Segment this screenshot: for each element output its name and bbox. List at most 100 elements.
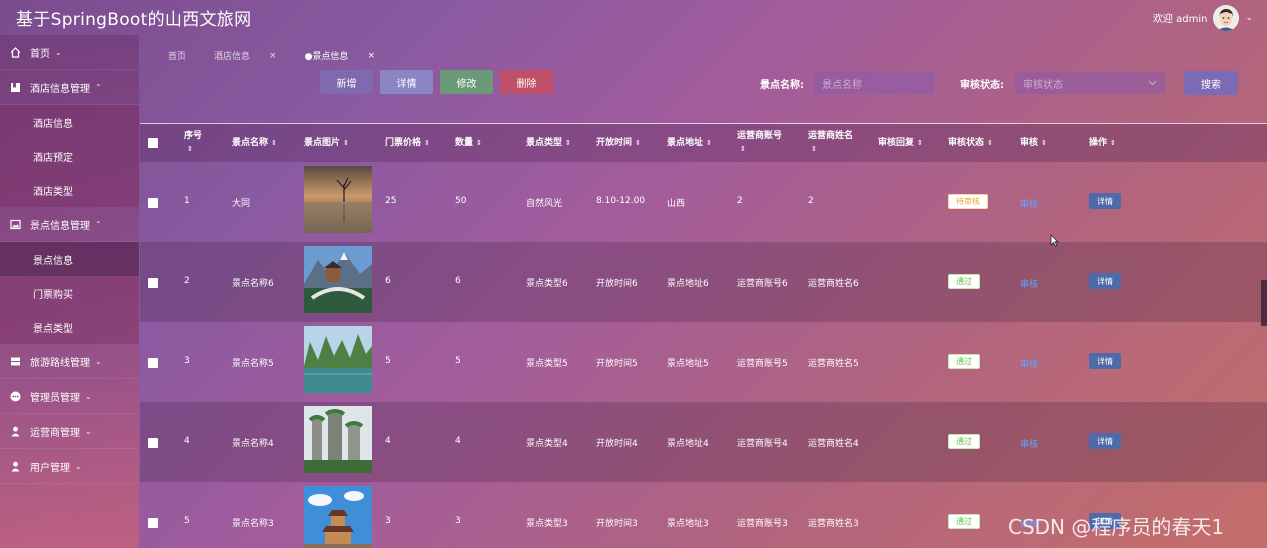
sort-icon[interactable]: ⇕ bbox=[987, 139, 993, 147]
table-row[interactable]: 4 景点名称4 4 4 景点类型4 开放时间4 景点地址4 运营商账号4 运营商… bbox=[140, 402, 1267, 482]
sidebar-item-hotel-info[interactable]: 酒店信息 bbox=[0, 105, 139, 139]
sidebar-item-label: 管理员管理 bbox=[30, 392, 80, 404]
tab-hotel-info[interactable]: 酒店信息 × bbox=[214, 49, 291, 63]
col-header-operator-account[interactable]: 运营商账号 ⇕ bbox=[737, 130, 782, 156]
row-checkbox[interactable] bbox=[148, 198, 158, 208]
row-checkbox[interactable] bbox=[148, 438, 158, 448]
detail-button[interactable]: 详情 bbox=[380, 70, 433, 94]
col-header-operator-name[interactable]: 运营商姓名 ⇕ bbox=[808, 130, 853, 156]
scenic-image bbox=[304, 326, 372, 393]
col-header-label: 运营商姓名 bbox=[808, 131, 854, 141]
sort-icon[interactable]: ⇕ bbox=[706, 139, 712, 147]
row-detail-button[interactable]: 详情 bbox=[1089, 273, 1121, 289]
col-header-qty[interactable]: 数量 ⇕ bbox=[455, 137, 482, 150]
sidebar-item-label: 旅游路线管理 bbox=[30, 357, 90, 369]
cell-operator-name: 运营商姓名3 bbox=[808, 519, 859, 529]
cell-no: 5 bbox=[184, 516, 190, 526]
sort-icon[interactable]: ⇕ bbox=[635, 139, 641, 147]
chevron-down-icon: ⌄ bbox=[75, 461, 82, 471]
sort-icon[interactable]: ⇕ bbox=[271, 139, 277, 147]
sidebar-item-hotel-management[interactable]: 酒店信息管理 ⌃ bbox=[0, 70, 139, 105]
sort-icon[interactable]: ⇕ bbox=[476, 139, 482, 147]
avatar[interactable] bbox=[1213, 4, 1240, 31]
tab-home[interactable]: 首页 bbox=[168, 49, 200, 62]
sidebar-item-home[interactable]: 首页 ⌄ bbox=[0, 35, 139, 70]
col-header-name[interactable]: 景点名称 ⇕ bbox=[232, 137, 277, 150]
scenic-image bbox=[304, 246, 372, 313]
row-detail-button[interactable]: 详情 bbox=[1089, 433, 1121, 449]
cell-type: 景点类型6 bbox=[526, 279, 568, 289]
audit-link[interactable]: 审核 bbox=[1020, 197, 1038, 210]
col-header-audit-status[interactable]: 审核状态 ⇕ bbox=[948, 137, 993, 150]
close-icon[interactable]: × bbox=[269, 51, 277, 61]
sort-icon[interactable]: ⇕ bbox=[187, 145, 193, 153]
sidebar-item-ticket-purchase[interactable]: 门票购买 bbox=[0, 276, 139, 310]
tab-scenic-info[interactable]: ●景点信息 × bbox=[304, 49, 389, 63]
sidebar-item-user-management[interactable]: 用户管理 ⌄ bbox=[0, 449, 139, 484]
scenic-image bbox=[304, 406, 372, 473]
col-header-price[interactable]: 门票价格 ⇕ bbox=[385, 137, 430, 150]
person-icon bbox=[10, 461, 21, 472]
scenic-name-input[interactable]: 景点名称 bbox=[814, 72, 934, 94]
cell-type: 景点类型5 bbox=[526, 359, 568, 369]
row-checkbox[interactable] bbox=[148, 358, 158, 368]
row-detail-button[interactable]: 详情 bbox=[1089, 193, 1121, 209]
status-badge: 待审核 bbox=[948, 194, 988, 209]
audit-status-select[interactable]: 审核状态 bbox=[1015, 72, 1165, 94]
cell-address: 景点地址4 bbox=[667, 439, 709, 449]
sidebar-item-scenic-info[interactable]: 景点信息 bbox=[0, 242, 139, 276]
sidebar-item-scenic-type[interactable]: 景点类型 bbox=[0, 310, 139, 344]
cell-price: 25 bbox=[385, 196, 397, 206]
sidebar-item-hotel-type[interactable]: 酒店类型 bbox=[0, 173, 139, 207]
col-header-image[interactable]: 景点图片 ⇕ bbox=[304, 137, 349, 150]
col-header-no[interactable]: 序号 ⇕ bbox=[184, 130, 202, 156]
sidebar-item-label: 酒店信息管理 bbox=[30, 83, 90, 95]
cell-operator-name: 运营商姓名5 bbox=[808, 359, 859, 369]
sort-icon[interactable]: ⇕ bbox=[811, 145, 817, 153]
add-button[interactable]: 新增 bbox=[320, 70, 373, 94]
sort-icon[interactable]: ⇕ bbox=[740, 145, 746, 153]
chevron-down-icon[interactable]: ⌄ bbox=[1245, 13, 1253, 23]
table-row[interactable]: 1 大同 25 50 自然风光 8.10-12.00 山西 2 2 待审核 审核… bbox=[140, 162, 1267, 242]
row-checkbox[interactable] bbox=[148, 518, 158, 528]
sort-icon[interactable]: ⇕ bbox=[565, 139, 571, 147]
sort-icon[interactable]: ⇕ bbox=[1110, 139, 1116, 147]
delete-button[interactable]: 删除 bbox=[500, 70, 553, 94]
sidebar-item-route-management[interactable]: 旅游路线管理 ⌄ bbox=[0, 344, 139, 379]
sidebar-item-admin-management[interactable]: 管理员管理 ⌄ bbox=[0, 379, 139, 414]
sidebar-item-hotel-booking[interactable]: 酒店预定 bbox=[0, 139, 139, 173]
col-header-type[interactable]: 景点类型 ⇕ bbox=[526, 137, 571, 150]
col-header-label: 运营商账号 bbox=[737, 131, 783, 141]
image-icon bbox=[10, 219, 21, 230]
select-all-checkbox[interactable] bbox=[148, 138, 158, 148]
tab-label: 首页 bbox=[168, 52, 187, 62]
col-header-audit[interactable]: 审核 ⇕ bbox=[1020, 137, 1047, 150]
col-header-label: 操作 bbox=[1089, 138, 1108, 148]
table-row[interactable]: 2 景点名称6 6 6 景点类型6 开放时间6 景点地址6 运营商账号6 运营商… bbox=[140, 242, 1267, 322]
edit-button[interactable]: 修改 bbox=[440, 70, 493, 94]
audit-link[interactable]: 审核 bbox=[1020, 437, 1038, 450]
cell-no: 4 bbox=[184, 436, 190, 446]
sidebar-item-scenic-management[interactable]: 景点信息管理 ⌃ bbox=[0, 207, 139, 242]
audit-link[interactable]: 审核 bbox=[1020, 277, 1038, 290]
row-detail-button[interactable]: 详情 bbox=[1089, 353, 1121, 369]
tab-label: ●景点信息 bbox=[304, 52, 349, 62]
row-checkbox[interactable] bbox=[148, 278, 158, 288]
col-header-audit-reply[interactable]: 审核回复 ⇕ bbox=[878, 137, 923, 150]
col-header-address[interactable]: 景点地址 ⇕ bbox=[667, 137, 712, 150]
search-button[interactable]: 搜索 bbox=[1184, 71, 1238, 95]
sort-icon[interactable]: ⇕ bbox=[343, 139, 349, 147]
close-icon[interactable]: × bbox=[367, 51, 375, 61]
sort-icon[interactable]: ⇕ bbox=[424, 139, 430, 147]
col-header-actions[interactable]: 操作 ⇕ bbox=[1089, 137, 1116, 150]
sidebar-item-operator-management[interactable]: 运营商管理 ⌄ bbox=[0, 414, 139, 449]
table-row[interactable]: 3 景点名称5 5 5 景点类型5 开放时间5 景点地址5 运营商账号5 运营商… bbox=[140, 322, 1267, 402]
sort-icon[interactable]: ⇕ bbox=[1041, 139, 1047, 147]
vertical-scrollbar[interactable] bbox=[1261, 280, 1267, 326]
col-header-time[interactable]: 开放时间 ⇕ bbox=[596, 137, 641, 150]
user-menu[interactable]: 欢迎 admin ⌄ bbox=[1153, 4, 1253, 31]
sort-icon[interactable]: ⇕ bbox=[917, 139, 923, 147]
audit-link[interactable]: 审核 bbox=[1020, 357, 1038, 370]
cell-price: 6 bbox=[385, 276, 391, 286]
app-title: 基于SpringBoot的山西文旅网 bbox=[16, 10, 252, 30]
